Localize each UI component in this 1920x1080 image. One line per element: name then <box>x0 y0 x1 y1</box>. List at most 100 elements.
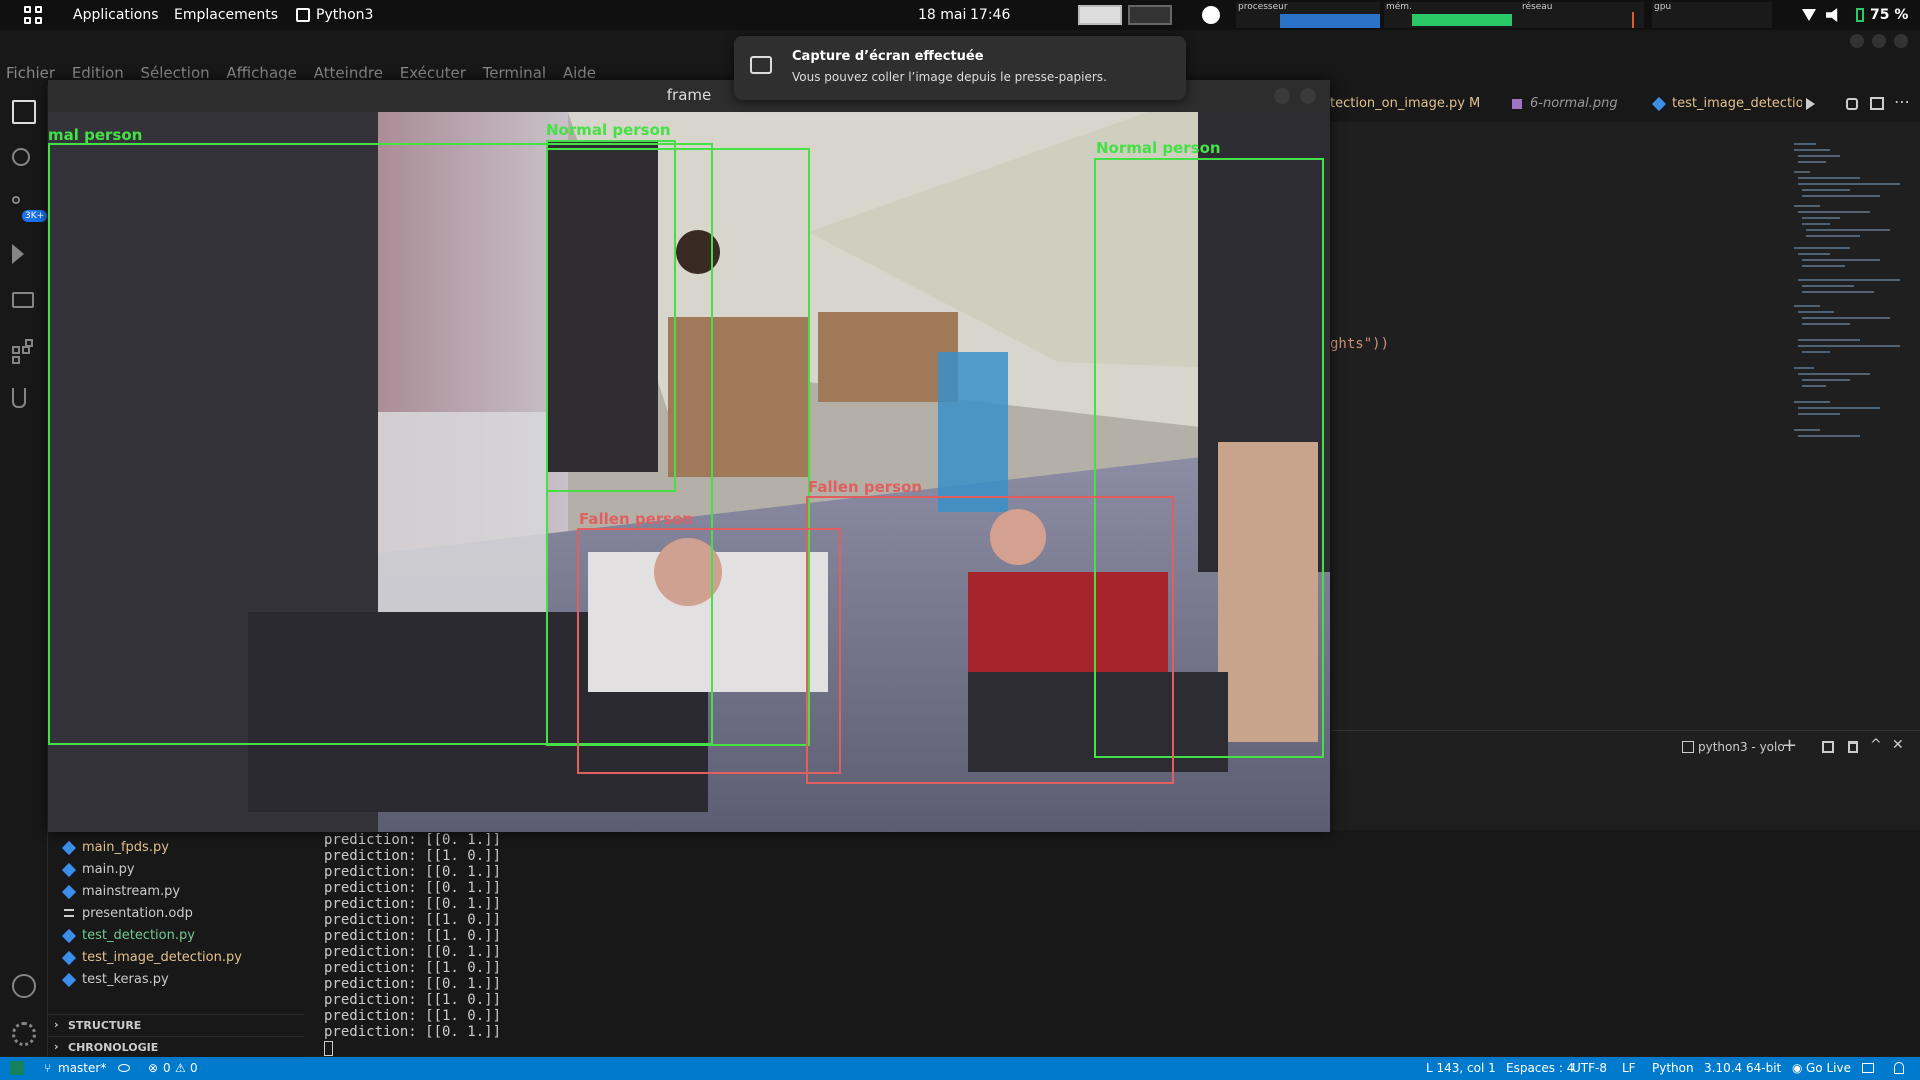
wifi-icon[interactable] <box>1802 9 1816 21</box>
code-fragment[interactable]: ghts")) <box>1330 336 1389 352</box>
run-debug-icon[interactable] <box>12 244 24 264</box>
timeline-section[interactable]: › CHRONOLOGIE <box>48 1036 304 1058</box>
python-file-icon <box>61 840 77 856</box>
search-icon[interactable] <box>12 148 30 166</box>
compare-icon[interactable] <box>1846 98 1858 110</box>
file-name[interactable]: test_keras.py <box>82 972 169 987</box>
screenshot-notification[interactable]: Capture d’écran effectuée Vous pouvez co… <box>734 36 1186 100</box>
explorer-icon[interactable] <box>12 100 36 124</box>
detection-box-fallen <box>806 496 1174 784</box>
remote-explorer-icon[interactable] <box>12 292 34 308</box>
top-panel: Applications Emplacements Python3 18 mai… <box>0 0 1920 30</box>
python-interpreter[interactable]: 3.10.4 64-bit <box>1704 1061 1781 1075</box>
clock-date[interactable]: 18 mai <box>918 7 966 23</box>
clock-time[interactable]: 17:46 <box>970 7 1010 23</box>
file-item[interactable]: presentation.odp <box>64 906 193 926</box>
terminal-line: prediction: [[1. 0.]] <box>324 848 502 864</box>
terminal-instance-name[interactable]: python3 - yolo <box>1698 740 1785 754</box>
terminal[interactable]: prediction: [[0. 1.]] prediction: [[1. 0… <box>304 830 1920 1056</box>
indentation[interactable]: Espaces : 4 <box>1506 1061 1574 1075</box>
notification-body: Vous pouvez coller l’image depuis le pre… <box>792 70 1107 84</box>
go-live-button[interactable]: Go Live <box>1806 1061 1851 1075</box>
frame-minimize-button[interactable] <box>1274 88 1290 104</box>
mem-monitor[interactable]: mém. <box>1384 2 1524 28</box>
minimap-lines <box>1794 143 1900 437</box>
file-item[interactable]: test_keras.py <box>61 972 169 992</box>
file-name[interactable]: main_fpds.py <box>82 840 169 855</box>
file-item[interactable]: test_detection.py U <box>61 928 321 948</box>
more-actions-icon[interactable]: ⋯ <box>1894 92 1910 111</box>
new-terminal-icon[interactable]: + <box>1782 735 1797 756</box>
file-name[interactable]: presentation.odp <box>82 906 193 921</box>
workspace-1-thumb[interactable] <box>1078 5 1122 25</box>
terminal-line: prediction: [[1. 0.]] <box>324 960 502 976</box>
mem-monitor-label: mém. <box>1386 2 1412 12</box>
file-item[interactable]: main_fpds.py M <box>61 840 322 860</box>
notification-title: Capture d’écran effectuée <box>792 49 984 64</box>
error-count[interactable]: 0 <box>163 1061 171 1075</box>
warning-count[interactable]: 0 <box>190 1061 198 1075</box>
git-branch[interactable]: master* <box>58 1061 106 1075</box>
account-icon[interactable] <box>12 974 36 998</box>
frame-window[interactable]: frame mal person Normal person Normal pe… <box>48 80 1330 832</box>
maximize-panel-icon[interactable]: ^ <box>1870 737 1882 753</box>
file-item[interactable]: test_image_detection.py M <box>61 950 322 970</box>
sync-icon[interactable] <box>118 1064 130 1072</box>
testing-icon[interactable] <box>12 388 26 408</box>
close-panel-icon[interactable]: ✕ <box>1892 737 1904 753</box>
chevron-right-icon: › <box>54 1040 59 1053</box>
explorer-sidebar: main_fpds.py M main.py mainstream.py pre… <box>48 830 322 1060</box>
tab-test-image-detection[interactable]: test_image_detectio <box>1672 96 1802 111</box>
terminal-line: prediction: [[1. 0.]] <box>324 912 502 928</box>
gpu-monitor-label: gpu <box>1654 2 1672 12</box>
feedback-icon[interactable] <box>1862 1063 1874 1073</box>
encoding[interactable]: UTF-8 <box>1572 1061 1607 1075</box>
net-monitor[interactable]: réseau <box>1520 2 1644 28</box>
extension-icon[interactable] <box>1202 6 1220 24</box>
frame-close-button[interactable] <box>1300 88 1316 104</box>
terminal-panel-header: python3 - yolo + ^ ✕ <box>1330 730 1920 766</box>
extensions-icon[interactable] <box>12 339 36 364</box>
applications-menu[interactable]: Applications <box>73 7 159 23</box>
editor-tabs: tection_on_image.py M 6-normal.png test_… <box>1330 86 1920 122</box>
file-name[interactable]: test_image_detection.py <box>82 950 242 965</box>
notifications-bell-icon[interactable] <box>1894 1062 1904 1074</box>
settings-gear-icon[interactable] <box>12 1022 36 1046</box>
end-of-line[interactable]: LF <box>1622 1061 1636 1075</box>
terminal-line: prediction: [[0. 1.]] <box>324 976 502 992</box>
minimize-button[interactable] <box>1850 34 1864 48</box>
python-file-icon <box>61 884 77 900</box>
cpu-monitor-label: processeur <box>1238 2 1288 12</box>
minimap[interactable] <box>1790 140 1910 460</box>
file-name[interactable]: main.py <box>82 862 135 877</box>
broadcast-icon: ◉ <box>1792 1061 1803 1075</box>
cpu-monitor[interactable]: processeur <box>1236 2 1380 28</box>
file-name[interactable]: test_detection.py <box>82 928 195 943</box>
battery-percent: 75 % <box>1870 7 1909 23</box>
workspace-2-thumb[interactable] <box>1128 5 1172 25</box>
structure-section[interactable]: › STRUCTURE <box>48 1014 304 1036</box>
source-control-icon[interactable]: 3K+ <box>12 196 48 222</box>
volume-icon[interactable] <box>1826 8 1838 22</box>
remote-icon[interactable] <box>10 1061 24 1075</box>
run-file-icon[interactable] <box>1806 98 1815 110</box>
split-editor-icon[interactable] <box>1870 97 1884 110</box>
maximize-button[interactable] <box>1872 34 1886 48</box>
close-window-button[interactable] <box>1894 34 1908 48</box>
battery-icon[interactable] <box>1856 8 1864 22</box>
cursor-position[interactable]: L 143, col 1 <box>1426 1061 1496 1075</box>
app-grid-icon[interactable] <box>24 6 42 24</box>
detection-box-fallen <box>577 528 841 774</box>
tab-detection-on-image[interactable]: tection_on_image.py M <box>1330 96 1480 111</box>
places-menu[interactable]: Emplacements <box>174 7 278 23</box>
gpu-monitor[interactable]: gpu <box>1652 2 1772 28</box>
file-item[interactable]: main.py <box>61 862 135 882</box>
trash-icon[interactable] <box>1848 741 1858 753</box>
file-name[interactable]: mainstream.py <box>82 884 180 899</box>
active-app-name[interactable]: Python3 <box>316 7 373 23</box>
detection-label: mal person <box>48 126 143 144</box>
language-mode[interactable]: Python <box>1652 1061 1694 1075</box>
split-terminal-icon[interactable] <box>1822 741 1834 753</box>
file-item[interactable]: mainstream.py <box>61 884 180 904</box>
tab-normal-png[interactable]: 6-normal.png <box>1530 96 1618 111</box>
